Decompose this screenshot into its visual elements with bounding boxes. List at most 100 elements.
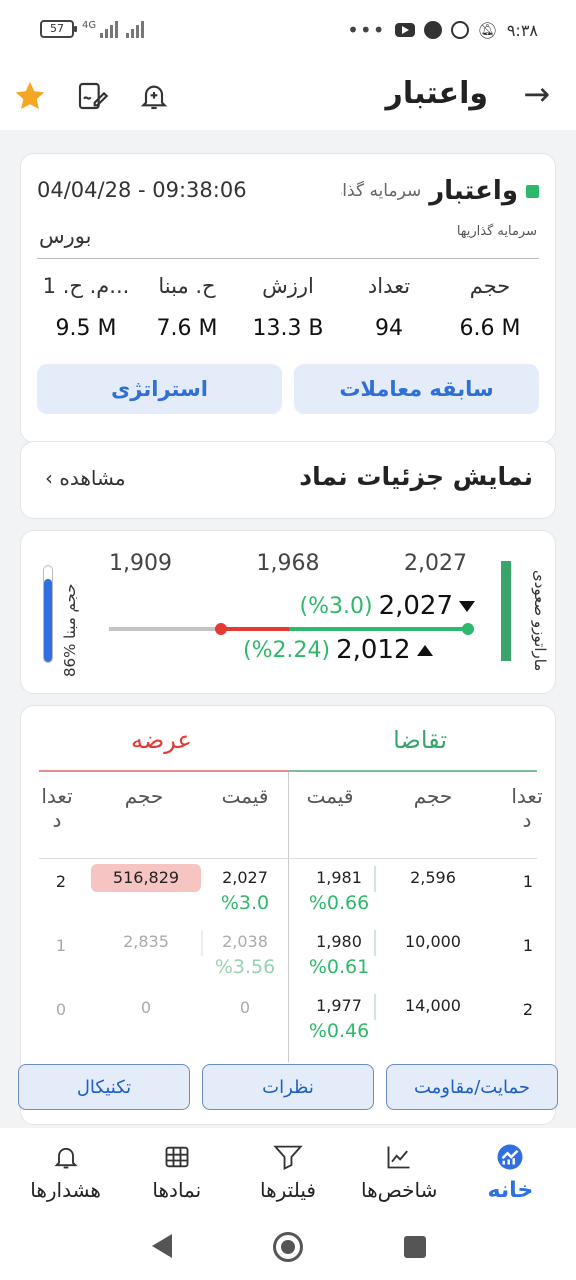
- ask-price: 2,027: [222, 868, 268, 887]
- view-label: مشاهده: [59, 466, 126, 490]
- bid-price-percent: %0.66: [308, 892, 370, 914]
- nav-home[interactable]: خانه: [460, 1128, 560, 1210]
- strategy-button[interactable]: استراتژی: [37, 364, 282, 414]
- stat-value: 7.6 M: [156, 316, 218, 341]
- last-price-marker: [462, 623, 474, 635]
- bell-icon: [16, 1142, 116, 1172]
- ask-price: 0: [239, 998, 251, 1017]
- bid-title: تقاضا: [393, 726, 447, 754]
- ask-price-percent: %3.56: [214, 956, 276, 978]
- stat-value: 94: [375, 316, 403, 341]
- more-notifications-icon: •••: [347, 18, 386, 42]
- note-edit-icon[interactable]: [74, 78, 110, 114]
- bid-volume-header: حجم: [413, 784, 453, 808]
- battery-icon: 57: [40, 20, 77, 38]
- divider: [37, 258, 539, 259]
- support-resistance-button[interactable]: حمایت/مقاومت: [386, 1064, 558, 1110]
- industry-group: سرمایه گذاریها: [456, 224, 537, 239]
- price-range-labels: 1,909 1,968 2,027: [109, 551, 467, 576]
- ask-underline: [39, 770, 289, 772]
- bid-price-percent: %0.61: [308, 956, 370, 978]
- system-back-icon[interactable]: [152, 1234, 172, 1258]
- view-details-link[interactable]: ‹ مشاهده: [45, 466, 126, 490]
- nav-label: نمادها: [152, 1178, 202, 1202]
- stat-label: م. ح. 1...: [42, 274, 130, 298]
- column-divider: [288, 772, 289, 1062]
- stat-value: 6.6 M: [459, 316, 521, 341]
- range-high-price: 2,027: [404, 551, 467, 576]
- app-bar: → واعتبار: [0, 60, 576, 130]
- bid-price-percent: %0.46: [308, 1020, 370, 1042]
- stat-count: تعداد 94: [340, 274, 438, 341]
- network-type: 4G: [82, 20, 97, 31]
- nav-indices[interactable]: شاخص‌ها: [349, 1128, 449, 1210]
- nav-label: فیلترها: [260, 1178, 316, 1202]
- triangle-down-icon: [459, 600, 475, 612]
- signal-icon: [100, 20, 119, 38]
- ask-count-header: تعدا د: [41, 784, 73, 832]
- back-arrow-icon[interactable]: →: [523, 74, 550, 114]
- nav-label: شاخص‌ها: [360, 1178, 438, 1202]
- stat-label: ح. مبنا: [158, 274, 216, 298]
- signal-icon-2: [126, 20, 145, 38]
- ask-volume: 2,835: [123, 932, 169, 951]
- header-divider: [39, 858, 537, 859]
- status-bar: 57 4G ••• 🔕︎ ۹:۳۸: [0, 0, 576, 60]
- mute-icon: 🔕︎: [477, 20, 498, 40]
- price-range-card: ماراتوزو صعودی 1,909 1,968 2,027 (%3.0) …: [20, 530, 556, 694]
- symbol-name: واعتبار: [429, 176, 518, 206]
- stats-row: حجم 6.6 M تعداد 94 ارزش 13.3 B ح. مبنا 7.6 M…: [37, 274, 539, 341]
- stat-label: حجم: [469, 274, 511, 298]
- buyer-power-label: ماراتوزو صعودی: [531, 570, 549, 672]
- ask-price-percent: %3.0: [220, 892, 270, 914]
- triangle-up-icon: [416, 644, 433, 656]
- analysis-buttons: حمایت/مقاومت نظرات تکنیکال: [18, 1064, 558, 1110]
- bid-price: 1,980: [316, 932, 362, 951]
- bid-volume: 14,000: [405, 996, 461, 1015]
- symbol-full-name: سرمایه گذاری اعتبار ایران: [341, 181, 422, 201]
- nav-symbols[interactable]: نمادها: [127, 1128, 227, 1210]
- nav-label: هشدارها: [30, 1178, 101, 1202]
- close-price-row: (%2.24) 2,012: [243, 635, 433, 665]
- system-recents-icon[interactable]: [404, 1236, 426, 1258]
- last-price-percent: (%3.0): [299, 593, 373, 619]
- ask-price-header: قیمت: [221, 784, 269, 808]
- close-price-marker: [215, 623, 227, 635]
- stat-value: 9.5 M: [55, 316, 117, 341]
- symbol-details-card[interactable]: نمایش جزئیات نماد ‹ مشاهده: [20, 441, 556, 519]
- ask-volume: 0: [140, 998, 152, 1017]
- base-volume-label: 86% حجم مبنا: [61, 583, 79, 677]
- status-indicator: [526, 184, 539, 198]
- grid-icon: [127, 1142, 227, 1172]
- range-low-price: 1,909: [109, 551, 172, 576]
- price-range-track: [109, 623, 474, 635]
- system-nav-bar: [0, 1210, 576, 1280]
- home-icon: [460, 1142, 560, 1172]
- bid-price-header: قیمت: [306, 784, 354, 808]
- trade-history-button[interactable]: سابقه معاملات: [294, 364, 539, 414]
- ask-price: 2,038: [222, 932, 268, 951]
- technical-button[interactable]: تکنیکال: [18, 1064, 190, 1110]
- bid-price: 1,981: [316, 868, 362, 887]
- last-price: 2,027: [378, 591, 453, 621]
- ask-depth-bar: [201, 930, 203, 956]
- stat-label: ارزش: [262, 274, 314, 298]
- nav-alerts[interactable]: هشدارها: [16, 1128, 116, 1210]
- comments-button[interactable]: نظرات: [202, 1064, 374, 1110]
- youtube-icon: [394, 23, 415, 37]
- ask-volume-header: حجم: [124, 784, 164, 808]
- details-title: نمایش جزئیات نماد: [299, 462, 533, 491]
- stat-value: 13.3 B: [252, 316, 324, 341]
- system-home-icon[interactable]: [273, 1232, 303, 1262]
- bid-count: 2: [522, 1000, 534, 1019]
- last-price-row: (%3.0) 2,027: [299, 591, 475, 621]
- message-icon: [423, 21, 442, 39]
- ask-volume: 516,829: [112, 868, 180, 887]
- star-icon[interactable]: [12, 78, 48, 114]
- add-alert-icon[interactable]: [136, 78, 172, 114]
- nav-label: خانه: [487, 1178, 534, 1203]
- market-name: بورس: [39, 224, 92, 248]
- nav-filters[interactable]: فیلترها: [238, 1128, 338, 1210]
- bid-underline: [287, 770, 537, 772]
- buyer-power-bar: [501, 561, 511, 661]
